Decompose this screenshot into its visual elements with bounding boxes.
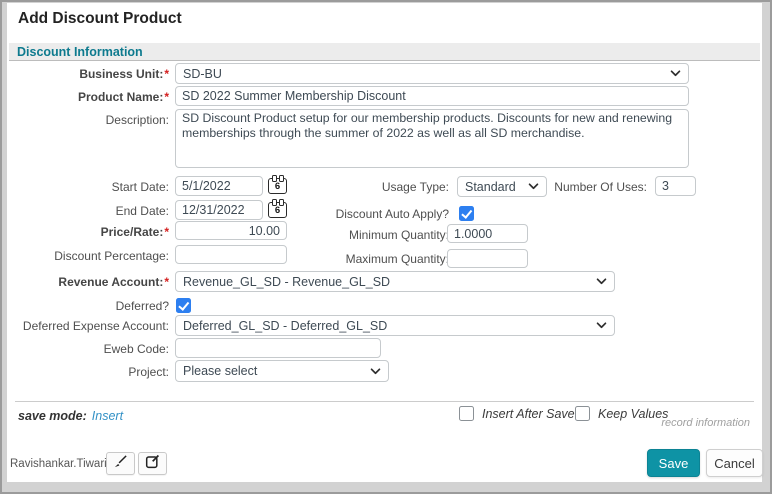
brush-edit-button[interactable] <box>106 452 135 475</box>
business-unit-label: Business Unit:* <box>79 67 169 81</box>
user-name: Ravishankar.Tiwari <box>10 458 107 470</box>
section-title: Discount Information <box>17 44 143 59</box>
required-asterisk: * <box>164 275 169 289</box>
description-label: Description: <box>105 113 169 127</box>
minimum-quantity-label: Minimum Quantity: <box>348 228 449 242</box>
end-date-calendar-icon[interactable]: 6 <box>268 198 287 218</box>
keep-values-checkbox[interactable] <box>575 406 590 421</box>
start-date-calendar-icon[interactable]: 6 <box>268 174 287 194</box>
minimum-quantity-input[interactable] <box>447 224 528 243</box>
price-rate-label: Price/Rate:* <box>100 225 169 239</box>
required-asterisk: * <box>164 90 169 104</box>
insert-after-save-checkbox[interactable] <box>459 406 474 421</box>
product-name-label: Product Name:* <box>77 90 169 104</box>
number-of-uses-input[interactable] <box>655 176 696 196</box>
calendar-day-number: 6 <box>274 204 281 216</box>
project-label: Project: <box>128 365 169 379</box>
usage-type-label: Usage Type: <box>381 180 449 194</box>
save-button[interactable]: Save <box>647 449 700 477</box>
product-name-input[interactable] <box>175 86 689 106</box>
project-value: Please select <box>183 364 258 378</box>
discount-auto-apply-label: Discount Auto Apply? <box>335 207 449 221</box>
price-rate-input[interactable] <box>175 221 287 240</box>
form-panel: Add Discount Product Discount Informatio… <box>7 3 763 482</box>
record-information-link[interactable]: record information <box>661 417 750 429</box>
footer-divider <box>15 401 754 402</box>
keep-values-label: Keep Values <box>598 407 669 421</box>
start-date-input[interactable] <box>175 176 263 196</box>
eweb-code-label: Eweb Code: <box>103 342 169 356</box>
discount-percentage-label: Discount Percentage: <box>54 249 169 263</box>
chevron-down-icon <box>670 70 681 77</box>
revenue-account-label: Revenue Account:* <box>58 275 169 289</box>
brush-icon <box>113 454 128 474</box>
chevron-down-icon <box>596 278 607 285</box>
chevron-down-icon <box>596 322 607 329</box>
eweb-code-input[interactable] <box>175 338 381 358</box>
save-mode-label: save mode: <box>18 409 87 423</box>
section-header: Discount Information <box>9 43 760 61</box>
revenue-account-value: Revenue_GL_SD - Revenue_GL_SD <box>183 274 391 289</box>
end-date-input[interactable] <box>175 200 263 220</box>
discount-auto-apply-checkbox[interactable] <box>459 206 474 221</box>
business-unit-select[interactable]: SD-BU <box>175 63 689 84</box>
page-title: Add Discount Product <box>18 10 182 27</box>
maximum-quantity-input[interactable] <box>447 249 528 268</box>
deferred-checkbox[interactable] <box>176 298 191 313</box>
calendar-day-number: 6 <box>274 180 281 192</box>
start-date-label: Start Date: <box>111 180 169 194</box>
required-asterisk: * <box>164 67 169 81</box>
project-select[interactable]: Please select <box>175 360 389 382</box>
revenue-account-select[interactable]: Revenue_GL_SD - Revenue_GL_SD <box>175 271 615 292</box>
insert-after-save-label: Insert After Save <box>482 407 575 421</box>
number-of-uses-label: Number Of Uses: <box>554 180 647 194</box>
compose-edit-button[interactable] <box>138 452 167 475</box>
save-mode: save mode: Insert <box>18 409 123 423</box>
discount-percentage-input[interactable] <box>175 245 287 264</box>
deferred-label: Deferred? <box>115 299 169 313</box>
description-textarea[interactable] <box>175 109 689 168</box>
deferred-expense-account-select[interactable]: Deferred_GL_SD - Deferred_GL_SD <box>175 315 615 336</box>
save-mode-value-link[interactable]: Insert <box>92 409 123 423</box>
deferred-expense-account-value: Deferred_GL_SD - Deferred_GL_SD <box>183 318 388 333</box>
cancel-button[interactable]: Cancel <box>706 449 763 477</box>
business-unit-value: SD-BU <box>183 66 222 81</box>
maximum-quantity-label: Maximum Quantity: <box>345 252 449 266</box>
deferred-expense-account-label: Deferred Expense Account: <box>22 319 169 333</box>
window-frame: Add Discount Product Discount Informatio… <box>0 0 772 494</box>
chevron-down-icon <box>370 367 381 375</box>
edit-pencil-icon <box>145 454 160 474</box>
end-date-label: End Date: <box>115 204 169 218</box>
required-asterisk: * <box>164 225 169 239</box>
